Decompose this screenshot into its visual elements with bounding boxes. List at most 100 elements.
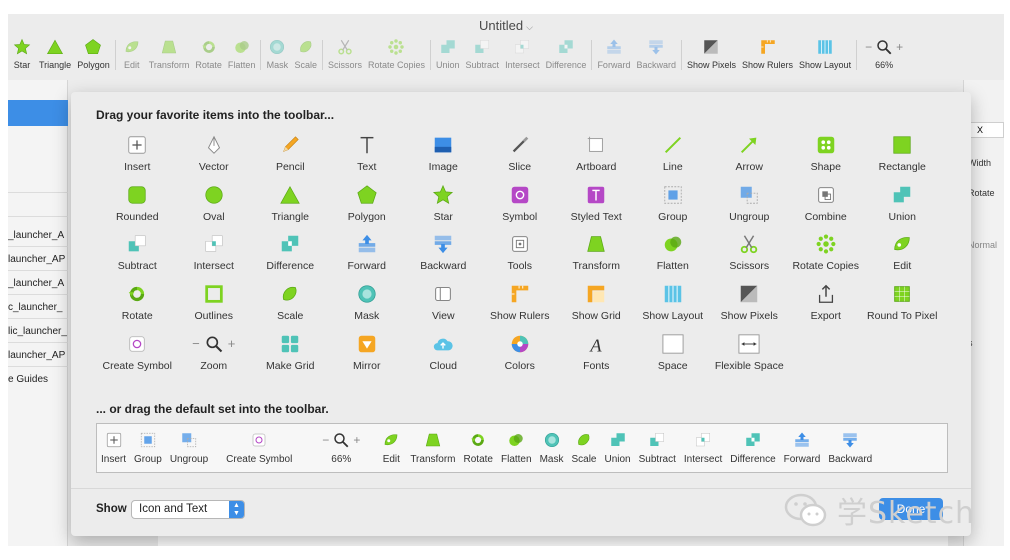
- tool-artboard[interactable]: Artboard: [558, 132, 635, 182]
- tool-outlines[interactable]: Outlines: [176, 281, 253, 331]
- tool-polygon[interactable]: Polygon: [74, 36, 113, 76]
- tool-polygon[interactable]: Polygon: [329, 182, 406, 232]
- tool-group[interactable]: Group: [130, 429, 166, 465]
- tool-text[interactable]: Text: [329, 132, 406, 182]
- tool-flexible-space[interactable]: Flexible Space: [711, 331, 788, 381]
- tool-show-pixels[interactable]: Show Pixels: [711, 281, 788, 331]
- tool-show-layout[interactable]: Show Layout: [796, 36, 854, 76]
- tool-create-symbol[interactable]: Create Symbol: [212, 429, 306, 465]
- tool-styled-text[interactable]: Styled Text: [558, 182, 635, 232]
- tool-subtract[interactable]: Subtract: [635, 429, 680, 465]
- tool-create-symbol[interactable]: Create Symbol: [99, 331, 176, 381]
- tool-show-layout[interactable]: Show Layout: [635, 281, 712, 331]
- tool-ungroup[interactable]: Ungroup: [166, 429, 212, 465]
- tool-shape[interactable]: Shape: [788, 132, 865, 182]
- tool-difference[interactable]: Difference: [543, 36, 590, 76]
- tool-scissors[interactable]: Scissors: [325, 36, 365, 76]
- layer-row[interactable]: _launcher_A: [8, 230, 68, 241]
- tool-rotate[interactable]: Rotate: [460, 429, 497, 465]
- guides-row[interactable]: e Guides: [8, 374, 68, 385]
- tool-star[interactable]: Star: [8, 36, 36, 76]
- blend-mode-label[interactable]: Normal: [968, 240, 997, 250]
- tool-scale[interactable]: Scale: [252, 281, 329, 331]
- tool-rotate[interactable]: Rotate: [99, 281, 176, 331]
- tool-round-to-pixel[interactable]: Round To Pixel: [864, 281, 941, 331]
- tool-show-grid[interactable]: Show Grid: [558, 281, 635, 331]
- tool-arrow[interactable]: Arrow: [711, 132, 788, 182]
- tool-rotate[interactable]: Rotate: [192, 36, 225, 76]
- tool-insert[interactable]: Insert: [99, 132, 176, 182]
- tool-show-rulers[interactable]: Show Rulers: [739, 36, 796, 76]
- layer-row[interactable]: launcher_AP: [8, 254, 68, 265]
- tool-flatten[interactable]: Flatten: [635, 231, 712, 281]
- tool-cloud[interactable]: Cloud: [405, 331, 482, 381]
- tool-difference[interactable]: Difference: [726, 429, 779, 465]
- tool-group[interactable]: Group: [635, 182, 712, 232]
- tool-show-rulers[interactable]: Show Rulers: [482, 281, 559, 331]
- tool-flatten[interactable]: Flatten: [497, 429, 536, 465]
- tool-zoom[interactable]: − +66%: [306, 429, 376, 465]
- selected-layer-row[interactable]: [8, 100, 68, 126]
- tool-symbol[interactable]: Symbol: [482, 182, 559, 232]
- tool-scale[interactable]: Scale: [567, 429, 600, 465]
- tool-slice[interactable]: Slice: [482, 132, 559, 182]
- tool-vector[interactable]: Vector: [176, 132, 253, 182]
- tool-union[interactable]: Union: [600, 429, 634, 465]
- tool-pencil[interactable]: Pencil: [252, 132, 329, 182]
- tool-union[interactable]: Union: [864, 182, 941, 232]
- tool-union[interactable]: Union: [433, 36, 463, 76]
- tool-subtract[interactable]: Subtract: [99, 231, 176, 281]
- tool-transform[interactable]: Transform: [146, 36, 193, 76]
- tool-triangle[interactable]: Triangle: [36, 36, 74, 76]
- tool-subtract[interactable]: Subtract: [463, 36, 503, 76]
- show-mode-select[interactable]: Icon and Text ▲ ▼: [131, 500, 245, 519]
- tool-fonts[interactable]: A Fonts: [558, 331, 635, 381]
- tool-mirror[interactable]: Mirror: [329, 331, 406, 381]
- tool-oval[interactable]: Oval: [176, 182, 253, 232]
- tool-intersect[interactable]: Intersect: [680, 429, 726, 465]
- tool-export[interactable]: Export: [788, 281, 865, 331]
- tool-zoom[interactable]: − + Zoom: [176, 331, 253, 381]
- tool-triangle[interactable]: Triangle: [252, 182, 329, 232]
- tool-rotate-copies[interactable]: Rotate Copies: [365, 36, 428, 76]
- tool-intersect[interactable]: Intersect: [502, 36, 543, 76]
- tool-colors[interactable]: Colors: [482, 331, 559, 381]
- tool-edit[interactable]: Edit: [118, 36, 146, 76]
- tool-flatten[interactable]: Flatten: [225, 36, 259, 76]
- tool-mask[interactable]: Mask: [263, 36, 291, 76]
- layer-row[interactable]: launcher_AP: [8, 350, 68, 361]
- tool-line[interactable]: Line: [635, 132, 712, 182]
- x-field[interactable]: X: [966, 122, 1004, 138]
- tool-mask[interactable]: Mask: [329, 281, 406, 331]
- tool-intersect[interactable]: Intersect: [176, 231, 253, 281]
- tool-star[interactable]: Star: [405, 182, 482, 232]
- zoom-in-icon[interactable]: +: [896, 40, 903, 54]
- tool-view[interactable]: View: [405, 281, 482, 331]
- tool-scale[interactable]: Scale: [291, 36, 320, 76]
- tool-ungroup[interactable]: Ungroup: [711, 182, 788, 232]
- tool-backward[interactable]: Backward: [405, 231, 482, 281]
- tool-difference[interactable]: Difference: [252, 231, 329, 281]
- layer-row[interactable]: lic_launcher_: [8, 326, 68, 337]
- tool-scissors[interactable]: Scissors: [711, 231, 788, 281]
- tool-transform[interactable]: Transform: [406, 429, 459, 465]
- tool-image[interactable]: Image: [405, 132, 482, 182]
- tool-rounded[interactable]: Rounded: [99, 182, 176, 232]
- tool-make-grid[interactable]: Make Grid: [252, 331, 329, 381]
- tool-backward[interactable]: Backward: [824, 429, 876, 465]
- default-set-strip[interactable]: Insert Group Ungroup Create Symbol − +66% Edit…: [96, 423, 948, 473]
- tool-forward[interactable]: Forward: [780, 429, 825, 465]
- tool-forward[interactable]: Forward: [594, 36, 633, 76]
- tool-mask[interactable]: Mask: [536, 429, 568, 465]
- tool-show-pixels[interactable]: Show Pixels: [684, 36, 739, 76]
- tool-edit[interactable]: Edit: [864, 231, 941, 281]
- tool-rectangle[interactable]: Rectangle: [864, 132, 941, 182]
- layer-row[interactable]: c_launcher_: [8, 302, 68, 313]
- tool-tools[interactable]: Tools: [482, 231, 559, 281]
- zoom-out-icon[interactable]: −: [865, 40, 872, 54]
- tool-rotate-copies[interactable]: Rotate Copies: [788, 231, 865, 281]
- tool-transform[interactable]: Transform: [558, 231, 635, 281]
- tool-space[interactable]: Space: [635, 331, 712, 381]
- tool-insert[interactable]: Insert: [97, 429, 130, 465]
- tool-forward[interactable]: Forward: [329, 231, 406, 281]
